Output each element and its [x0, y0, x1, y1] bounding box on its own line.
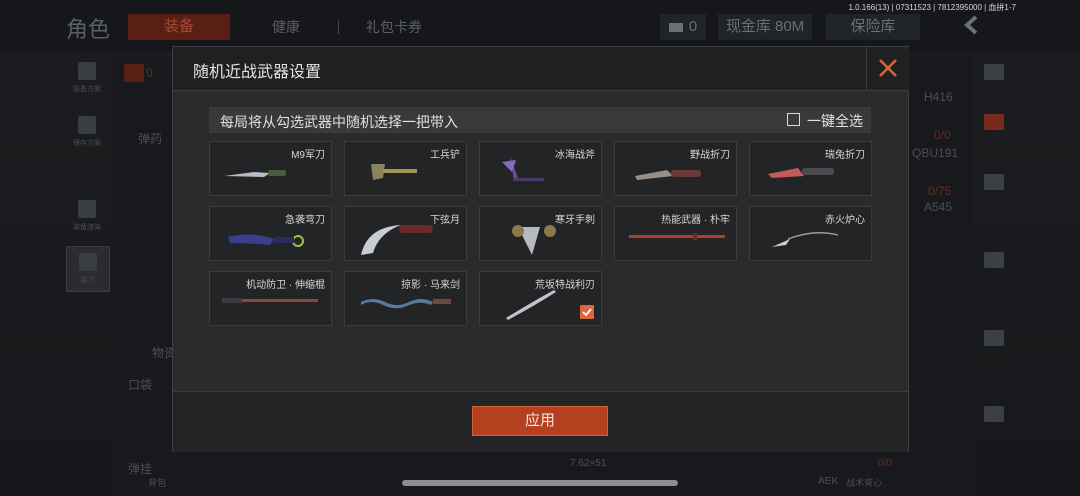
close-icon	[879, 59, 897, 77]
dialog-body: 每局将从勾选武器中随机选择一把带入 一键全选 M9军刀 工兵铲 冰海战斧 野战折…	[193, 91, 888, 391]
badge-count: 0	[146, 66, 153, 80]
select-all-toggle[interactable]: 一键全选	[787, 111, 863, 129]
weapon-grid: M9军刀 工兵铲 冰海战斧 野战折刀 瑞兔折刀 急袭弯刀 下弦月 寒牙手刺 热能…	[209, 141, 879, 331]
dialog-title: 随机近战武器设置	[193, 64, 322, 81]
rail-label: 装备方案	[73, 86, 101, 93]
weapon-label-1: H416	[924, 90, 953, 104]
vest-type: 战术背心	[846, 478, 883, 488]
rail-item-save[interactable]: 保存方案	[66, 110, 108, 154]
tab-gift-cards[interactable]: 礼包卡券	[366, 17, 422, 37]
weapon-card-m9[interactable]: M9军刀	[209, 141, 332, 196]
instruction-bar: 每局将从勾选武器中随机选择一把带入 一键全选	[209, 107, 871, 133]
shovel-icon	[371, 164, 417, 180]
select-all-label: 一键全选	[807, 113, 863, 129]
kris-icon	[361, 299, 451, 309]
weapon-name: 工兵铲	[430, 150, 460, 161]
vault-button[interactable]: 保险库	[826, 14, 920, 40]
weapon-card-frost-dagger[interactable]: 寒牙手刺	[479, 206, 602, 261]
karambit-icon	[361, 225, 433, 255]
folding-knife-icon	[768, 168, 834, 178]
ammo-label: 弹药	[138, 132, 163, 146]
random-melee-dialog: 随机近战武器设置 每局将从勾选武器中随机选择一把带入 一键全选 M9军刀 工兵铲	[172, 46, 909, 452]
weapon-card-raid-machete[interactable]: 急袭弯刀	[209, 206, 332, 261]
ammo-count-1: 0/0	[934, 128, 951, 142]
version-text: 1.0.166(13) | 07311523 | 7812395000 | 血拼…	[848, 3, 1016, 12]
rail-item-render[interactable]: 装备渲染	[66, 194, 108, 238]
weapon-card-ice-axe[interactable]: 冰海战斧	[479, 141, 602, 196]
grenade-icon[interactable]	[984, 252, 1004, 268]
dart-icon	[772, 232, 839, 247]
ammo-hang-label: 弹挂	[128, 462, 153, 476]
rail-label: 装备渲染	[73, 224, 101, 231]
instruction-text: 每局将从勾选武器中随机选择一把带入	[220, 114, 458, 130]
left-rail: 装备方案 保存方案 装备渲染 能力	[62, 52, 112, 496]
caliber-label: 7.62×51	[570, 458, 607, 469]
weapon-card-thermal[interactable]: 热能武器 · 朴牢	[614, 206, 737, 261]
select-all-checkbox[interactable]	[787, 113, 800, 126]
top-bar: 角色 装备 健康 礼包卡券 0 现金库 80M 保险库 1.0.166(13) …	[0, 0, 1080, 52]
loadout-icon	[78, 62, 96, 80]
rail-label: 保存方案	[73, 140, 101, 147]
ticket-counter[interactable]: 0	[660, 14, 706, 40]
weapon-card-arasaka-blade[interactable]: 荒坂特战利刃	[479, 271, 602, 326]
vest-label: AEK	[818, 476, 839, 487]
helmet-icon	[78, 200, 96, 218]
back-arrow-icon[interactable]	[962, 14, 984, 36]
tab-equipment[interactable]: 装备	[128, 14, 230, 40]
clock-icon[interactable]	[984, 406, 1004, 422]
right-rail	[976, 52, 1012, 496]
machete-icon	[228, 234, 304, 247]
weapon-name: M9军刀	[291, 150, 325, 161]
caliber-count: 0/0	[878, 458, 892, 469]
box-icon[interactable]	[984, 330, 1004, 346]
weapon-card-rabbit-knife[interactable]: 瑞兔折刀	[749, 141, 872, 196]
weapon-card-shovel[interactable]: 工兵铲	[344, 141, 467, 196]
katana-icon	[506, 290, 556, 320]
ticket-icon	[668, 22, 683, 32]
ticket-count: 0	[688, 18, 698, 35]
pocket-label: 口袋	[128, 378, 153, 392]
weapon-card-crescent[interactable]: 下弦月	[344, 206, 467, 261]
rail-item-ability[interactable]: 能力	[66, 246, 110, 292]
knife-icon	[224, 170, 286, 177]
sword-icon	[629, 233, 725, 240]
dialog-header: 随机近战武器设置	[173, 47, 909, 91]
check-icon	[582, 308, 592, 316]
home-indicator	[402, 480, 678, 486]
ability-icon	[79, 253, 97, 271]
weapon-card-field-knife[interactable]: 野战折刀	[614, 141, 737, 196]
page-title: 角色	[66, 17, 111, 42]
weapon-name: 冰海战斧	[555, 150, 595, 161]
close-button[interactable]	[866, 47, 909, 90]
backpack-label: 背包	[148, 478, 167, 488]
folding-knife-icon	[635, 170, 701, 180]
layers-icon[interactable]	[984, 64, 1004, 80]
rail-label: 能力	[81, 277, 95, 284]
weapon-label-2: QBU191	[912, 146, 959, 160]
axe-icon	[502, 156, 544, 182]
ammo-count-2: 0/75	[928, 184, 952, 198]
dialog-footer: 应用	[173, 391, 908, 452]
tab-divider	[338, 20, 339, 34]
weapon-checkbox[interactable]	[580, 305, 594, 319]
weapon-card-red-furnace[interactable]: 赤火炉心	[749, 206, 872, 261]
weapon-card-kris[interactable]: 掠影 · 马来剑	[344, 271, 467, 326]
apply-button[interactable]: 应用	[472, 406, 608, 436]
helmet-icon[interactable]	[984, 114, 1004, 130]
baton-icon	[222, 298, 318, 303]
weapon-card-baton[interactable]: 机动防卫 · 伸缩棍	[209, 271, 332, 326]
wrench-icon[interactable]	[984, 174, 1004, 190]
weapon-label-3: A545	[924, 200, 953, 214]
badge-icon	[124, 64, 144, 82]
download-icon	[78, 116, 96, 134]
tab-health[interactable]: 健康	[272, 17, 300, 37]
rail-item-loadout[interactable]: 装备方案	[66, 56, 108, 100]
knuckle-dagger-icon	[512, 225, 556, 255]
cash-vault[interactable]: 现金库 80M	[718, 14, 812, 40]
